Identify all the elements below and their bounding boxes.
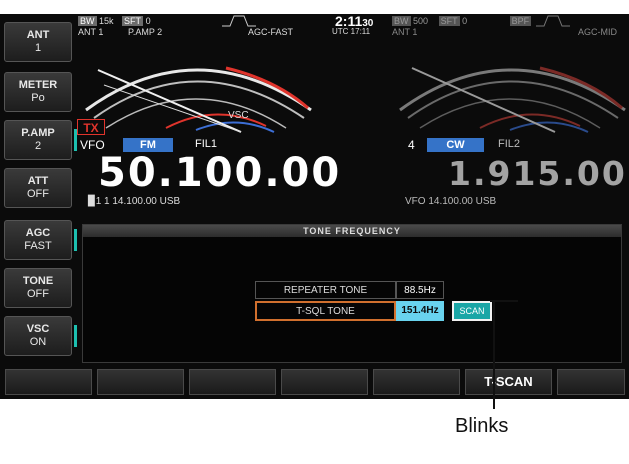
tone-panel-title: TONE FREQUENCY <box>83 225 621 237</box>
vsc-key-value: ON <box>29 336 47 348</box>
sub-agc-label: AGC-MID <box>578 27 617 37</box>
main-meter <box>85 66 312 133</box>
main-vsc-label: VSC <box>228 110 249 121</box>
main-pamp-label: P.AMP 2 <box>128 27 163 37</box>
tone-key-value: OFF <box>27 288 49 300</box>
scan-indicator: SCAN <box>452 301 492 321</box>
main-filter-status: BW 15k SFT 0 <box>78 16 151 26</box>
sub-sft-value: 0 <box>462 16 468 26</box>
sub-frequency[interactable]: 1.915.00 <box>448 154 627 193</box>
softkey-7[interactable] <box>557 369 625 395</box>
main-frequency[interactable]: 50.100.00 <box>98 150 341 196</box>
radio-display: ANT 1 METER Po P.AMP 2 ATT OFF AGC FAST … <box>0 14 629 399</box>
sub-filter-status: BW 500 SFT 0 BPF <box>392 16 532 26</box>
pamp-key[interactable]: P.AMP 2 <box>4 120 77 160</box>
sub-passband-icon <box>536 15 570 27</box>
sub-ant-label: ANT 1 <box>392 27 418 37</box>
sub-number: 4 <box>408 138 415 152</box>
softkey-3[interactable] <box>189 369 276 395</box>
att-key-value: OFF <box>27 188 49 200</box>
ant-key-label: ANT <box>26 29 50 41</box>
main-passband-icon <box>222 15 256 27</box>
main-sft-badge: SFT <box>122 16 144 26</box>
agc-indicator <box>74 229 77 251</box>
blinks-callout-label: Blinks <box>455 415 509 437</box>
agc-key-value: FAST <box>24 240 52 252</box>
tx-indicator: TX <box>77 119 105 135</box>
pamp-key-label: P.AMP <box>21 127 55 139</box>
main-ant-label: ANT 1 <box>78 27 104 37</box>
main-bw-value: 15k <box>99 16 114 26</box>
main-memory-line: ▉1 1 14.100.00 USB <box>88 196 181 207</box>
agc-key-label: AGC <box>25 227 51 239</box>
tone-key[interactable]: TONE OFF <box>4 268 72 308</box>
t-scan-softkey[interactable]: T-SCAN <box>465 369 552 395</box>
main-agc-label: AGC-FAST <box>248 27 294 37</box>
vsc-key[interactable]: VSC ON <box>4 316 77 356</box>
meter-key-value: Po <box>31 92 45 104</box>
meter-key[interactable]: METER Po <box>4 72 72 112</box>
sub-meter <box>399 66 626 133</box>
sub-mode[interactable]: CW <box>427 138 484 152</box>
sub-bw-value: 500 <box>413 16 429 26</box>
utc-time: UTC 17:11 <box>332 27 371 36</box>
sub-sft-badge: SFT <box>438 16 460 26</box>
sub-vfo-line: VFO 14.100.00 USB <box>405 196 497 207</box>
softkey-4[interactable] <box>281 369 368 395</box>
softkey-5[interactable] <box>373 369 460 395</box>
pamp-key-value: 2 <box>34 140 42 152</box>
callout-line <box>493 302 495 409</box>
repeater-tone-label: REPEATER TONE <box>255 281 396 299</box>
softkey-2[interactable] <box>97 369 184 395</box>
meter-key-label: METER <box>18 79 58 91</box>
main-sft-value: 0 <box>145 16 151 26</box>
repeater-tone-value[interactable]: 88.5Hz <box>396 281 444 299</box>
tsql-tone-value[interactable]: 151.4Hz <box>396 301 444 321</box>
main-filter: FIL1 <box>195 138 218 150</box>
vsc-indicator <box>74 325 77 347</box>
ant-key[interactable]: ANT 1 <box>4 22 72 62</box>
agc-key[interactable]: AGC FAST <box>4 220 77 260</box>
sub-bpf-badge: BPF <box>509 16 532 26</box>
att-key-label: ATT <box>27 175 49 187</box>
sub-bw-badge: BW <box>392 16 411 26</box>
tone-frequency-panel: TONE FREQUENCY REPEATER TONE 88.5Hz T-SQ… <box>82 224 622 363</box>
softkey-1[interactable] <box>5 369 92 395</box>
tone-key-label: TONE <box>22 275 54 287</box>
main-bw-badge: BW <box>78 16 97 26</box>
att-key[interactable]: ATT OFF <box>4 168 72 208</box>
vsc-key-label: VSC <box>26 323 50 335</box>
ant-key-value: 1 <box>34 42 42 54</box>
tsql-tone-label: T-SQL TONE <box>255 301 396 321</box>
sub-filter: FIL2 <box>498 138 521 150</box>
